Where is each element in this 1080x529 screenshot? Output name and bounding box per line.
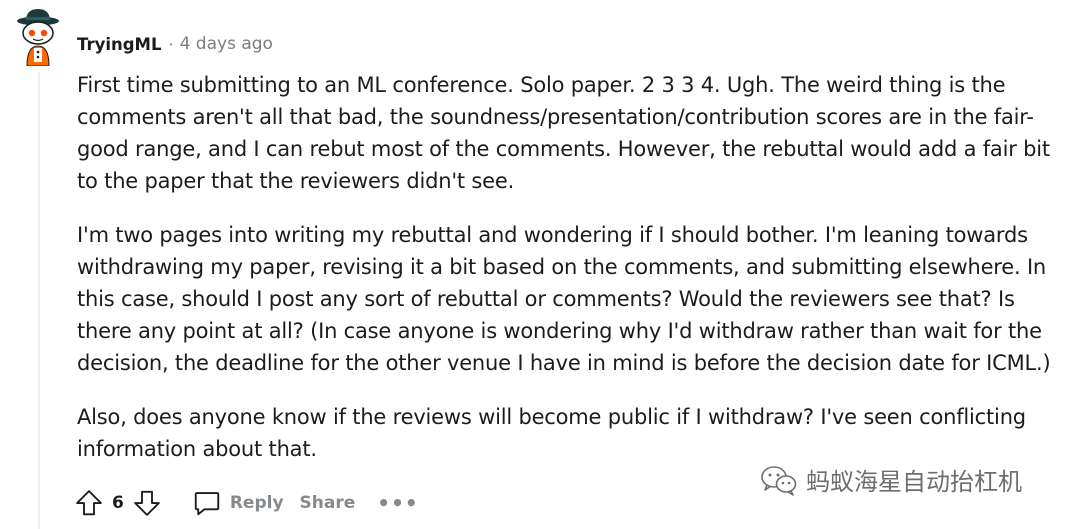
share-label: Share bbox=[299, 493, 356, 513]
watermark-text: 蚂蚁海星自动抬杠机 bbox=[806, 468, 1022, 496]
more-button[interactable]: ••• bbox=[377, 491, 418, 515]
comment-paragraph: Also, does anyone know if the reviews wi… bbox=[77, 405, 1026, 461]
reply-button[interactable]: Reply bbox=[192, 488, 284, 518]
avatar[interactable] bbox=[14, 6, 66, 67]
comment-icon bbox=[194, 492, 220, 516]
upvote-icon bbox=[76, 490, 102, 516]
watermark: 蚂蚁海星自动抬杠机 bbox=[760, 462, 1022, 497]
meta-separator: · bbox=[168, 34, 174, 54]
more-icon: ••• bbox=[377, 491, 419, 515]
comment-body: First time submitting to an ML conferenc… bbox=[77, 69, 1067, 487]
author-name[interactable]: TryingML bbox=[77, 35, 161, 54]
thread-line[interactable] bbox=[38, 72, 40, 529]
reply-label: Reply bbox=[229, 493, 284, 513]
share-button[interactable]: Share bbox=[300, 493, 356, 513]
comment-actions: 6 Reply Share ••• bbox=[72, 484, 419, 522]
downvote-button[interactable] bbox=[130, 486, 164, 520]
wechat-icon bbox=[761, 465, 797, 496]
comment: TryingML · 4 days ago First time submitt… bbox=[0, 0, 1080, 529]
comment-meta: TryingML · 4 days ago bbox=[77, 30, 273, 58]
comment-paragraph: I'm two pages into writing my rebuttal a… bbox=[77, 223, 1051, 375]
timestamp[interactable]: 4 days ago bbox=[180, 34, 273, 54]
downvote-icon bbox=[134, 490, 160, 516]
comment-paragraph: First time submitting to an ML conferenc… bbox=[77, 73, 1050, 193]
vote-count: 6 bbox=[112, 493, 124, 513]
avatar-snoo-icon bbox=[17, 9, 59, 67]
upvote-button[interactable] bbox=[72, 486, 106, 520]
